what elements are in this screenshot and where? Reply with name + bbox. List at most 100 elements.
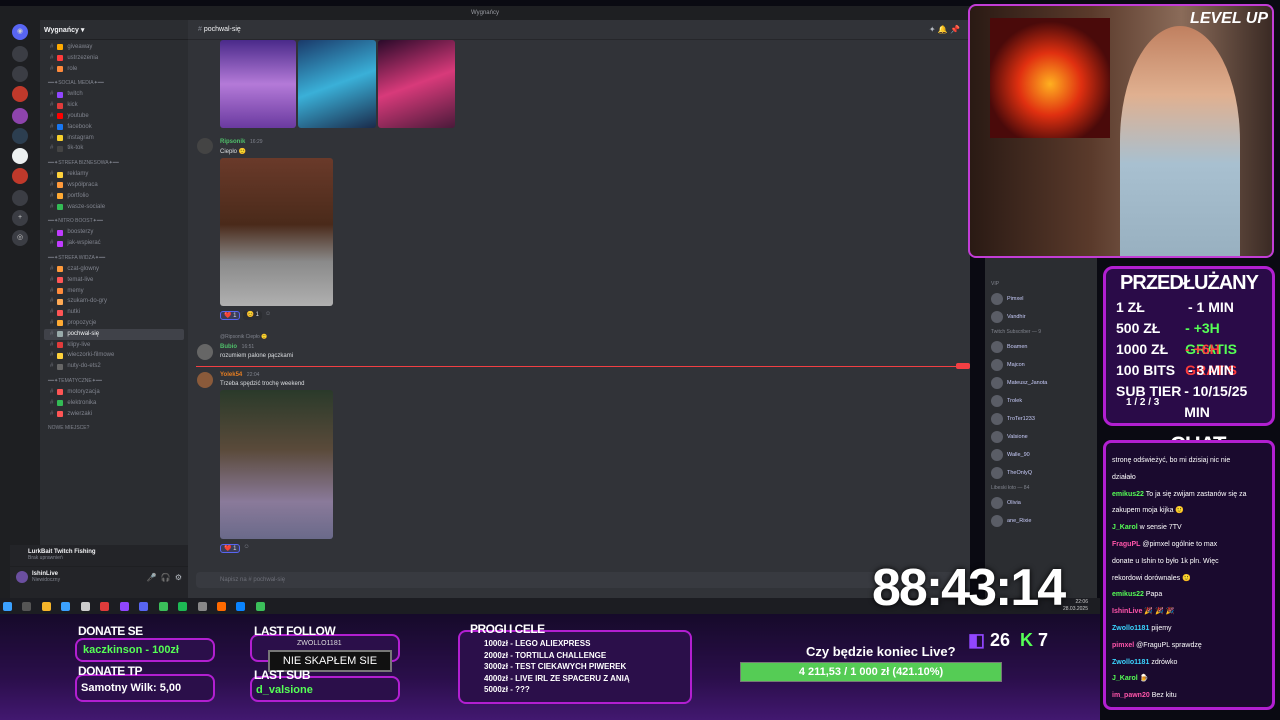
add-reaction-icon[interactable]: ☺ xyxy=(243,544,249,553)
reply-preview[interactable]: @Ripsonik Ciepło 🙂 xyxy=(220,334,267,340)
reaction[interactable]: ❤️ 1 xyxy=(220,544,241,553)
server-icon[interactable] xyxy=(12,86,28,102)
channel-item[interactable]: # memy xyxy=(44,286,184,297)
headset-icon[interactable]: 🎧 xyxy=(161,573,171,582)
taskbar-app-icon[interactable] xyxy=(139,601,149,611)
account-row[interactable]: IshinLive Niewidoczny 🎤 🎧 ⚙ xyxy=(10,567,188,587)
channel-item[interactable]: # wieczorki-filmowe xyxy=(44,350,184,361)
taskbar-app-icon[interactable] xyxy=(178,601,188,611)
channel-label: boosterzy xyxy=(67,229,94,236)
taskbar-clock[interactable]: 22:06 28.03.2025 xyxy=(1063,599,1088,613)
avatar[interactable] xyxy=(197,138,213,154)
channel-item[interactable]: # facebook xyxy=(44,122,184,133)
add-reaction-icon[interactable]: ☺ xyxy=(265,311,271,320)
channel-category[interactable]: ━━✦STREFA BIZNESOWA✦━━ xyxy=(44,158,184,169)
channel-item[interactable]: # role xyxy=(44,64,184,75)
channel-category[interactable]: ━━✦STREFA WIDZA✦━━ xyxy=(44,253,184,264)
channel-item[interactable]: # jak-wspierać xyxy=(44,238,184,249)
avatar[interactable] xyxy=(197,344,213,360)
taskbar-app-icon[interactable] xyxy=(119,601,129,611)
channel-item[interactable]: # tik-tok xyxy=(44,143,184,154)
channel-item[interactable]: # kick xyxy=(44,100,184,111)
taskbar-app-icon[interactable] xyxy=(80,601,90,611)
taskbar-app-icon[interactable] xyxy=(41,601,51,611)
message-input[interactable]: Napisz na # pochwal-się xyxy=(196,572,956,588)
member-item[interactable]: Olivia xyxy=(985,494,1097,512)
channel-item[interactable]: # szukam-do-gry xyxy=(44,296,184,307)
image-attachment[interactable] xyxy=(298,40,376,128)
channel-item[interactable]: # twitch xyxy=(44,89,184,100)
channel-item[interactable]: # nutki xyxy=(44,307,184,318)
taskbar-app-icon[interactable] xyxy=(22,601,32,611)
channel-item[interactable]: # motoryzacja xyxy=(44,387,184,398)
member-item[interactable]: Valsione xyxy=(985,428,1097,446)
server-icon[interactable] xyxy=(12,190,28,206)
reaction[interactable]: ❤️ 1 xyxy=(220,311,241,320)
image-attachment[interactable] xyxy=(220,390,333,539)
avatar[interactable] xyxy=(16,571,28,583)
channel-item[interactable]: # zwierzaki xyxy=(44,409,184,420)
member-item[interactable]: Pimxel xyxy=(985,290,1097,308)
image-attachment[interactable] xyxy=(220,158,333,306)
discord-home-icon[interactable]: ◉ xyxy=(12,24,28,40)
start-icon[interactable] xyxy=(3,601,12,611)
taskbar-app-icon[interactable] xyxy=(61,601,71,611)
mute-icon[interactable]: 🎤 xyxy=(147,573,157,582)
member-item[interactable]: Vandhir xyxy=(985,308,1097,326)
image-attachment[interactable] xyxy=(220,40,296,128)
channel-item[interactable]: # ustrzezenia xyxy=(44,53,184,64)
channel-item[interactable]: # giveaway xyxy=(44,42,184,53)
taskbar-app-icon[interactable] xyxy=(255,601,265,611)
taskbar-app-icon[interactable] xyxy=(236,601,246,611)
member-item[interactable]: Walle_90 xyxy=(985,446,1097,464)
channel-item[interactable]: # współpraca xyxy=(44,180,184,191)
image-attachment[interactable] xyxy=(378,40,455,128)
server-icon[interactable] xyxy=(12,128,28,144)
channel-category[interactable]: ━━✦NITRO BOOST✦━━ xyxy=(44,216,184,227)
add-server-icon[interactable]: + xyxy=(12,210,28,226)
channel-emoji-icon xyxy=(57,341,64,348)
channel-item[interactable]: # boosterzy xyxy=(44,227,184,238)
channel-category[interactable]: ━━✦TEMATYCZNE✦━━ xyxy=(44,376,184,387)
channel-label: tik-tok xyxy=(67,145,84,152)
channel-item[interactable]: # pochwal-się xyxy=(44,328,184,340)
taskbar-app-icon[interactable] xyxy=(158,601,168,611)
channel-item[interactable]: # propozycje xyxy=(44,318,184,329)
server-icon[interactable] xyxy=(12,108,28,124)
server-icon[interactable] xyxy=(12,148,28,164)
message-author[interactable]: Bubio xyxy=(220,344,237,350)
level-up-logo: LEVEL UP xyxy=(1190,10,1268,27)
channel-item[interactable]: # portfolio xyxy=(44,191,184,202)
explore-icon[interactable]: ◎ xyxy=(12,230,28,246)
gear-icon[interactable]: ⚙ xyxy=(175,573,182,582)
member-item[interactable]: Trolek xyxy=(985,392,1097,410)
channel-item[interactable]: # czat-glowny xyxy=(44,264,184,275)
channel-item[interactable]: # nuty-do-ets2 xyxy=(44,361,184,372)
message-author[interactable]: Yolek54 xyxy=(220,372,242,378)
taskbar-app-icon[interactable] xyxy=(197,601,207,611)
server-icon[interactable] xyxy=(12,168,28,184)
member-item[interactable]: TheOnlyQ xyxy=(985,464,1097,482)
server-icon[interactable] xyxy=(12,66,28,82)
channel-category[interactable]: NOWE MIEJSCE? xyxy=(44,423,184,434)
member-item[interactable]: Majcon xyxy=(985,356,1097,374)
channel-item[interactable]: # wasze-sociale xyxy=(44,202,184,213)
channel-item[interactable]: # klipy-live xyxy=(44,340,184,351)
taskbar-app-icon[interactable] xyxy=(100,601,110,611)
member-item[interactable]: ane_Rixie xyxy=(985,512,1097,530)
member-item[interactable]: Boamen xyxy=(985,338,1097,356)
channel-item[interactable]: # temat-live xyxy=(44,275,184,286)
member-item[interactable]: TroTer1233 xyxy=(985,410,1097,428)
channel-item[interactable]: # reklamy xyxy=(44,169,184,180)
channel-item[interactable]: # elektronika xyxy=(44,398,184,409)
channel-item[interactable]: # youtube xyxy=(44,111,184,122)
member-item[interactable]: Mateusz_Janota xyxy=(985,374,1097,392)
taskbar-app-icon[interactable] xyxy=(216,601,226,611)
message-author[interactable]: Ripsonik xyxy=(220,139,245,145)
channel-category[interactable]: ━━✦SOCIAL MEDIA✦━━ xyxy=(44,78,184,89)
avatar[interactable] xyxy=(197,372,213,388)
server-name-header[interactable]: Wygnańcy ▾ xyxy=(40,20,188,40)
channel-item[interactable]: # instagram xyxy=(44,133,184,144)
server-icon[interactable] xyxy=(12,46,28,62)
reaction[interactable]: 😊 1 xyxy=(243,311,262,320)
